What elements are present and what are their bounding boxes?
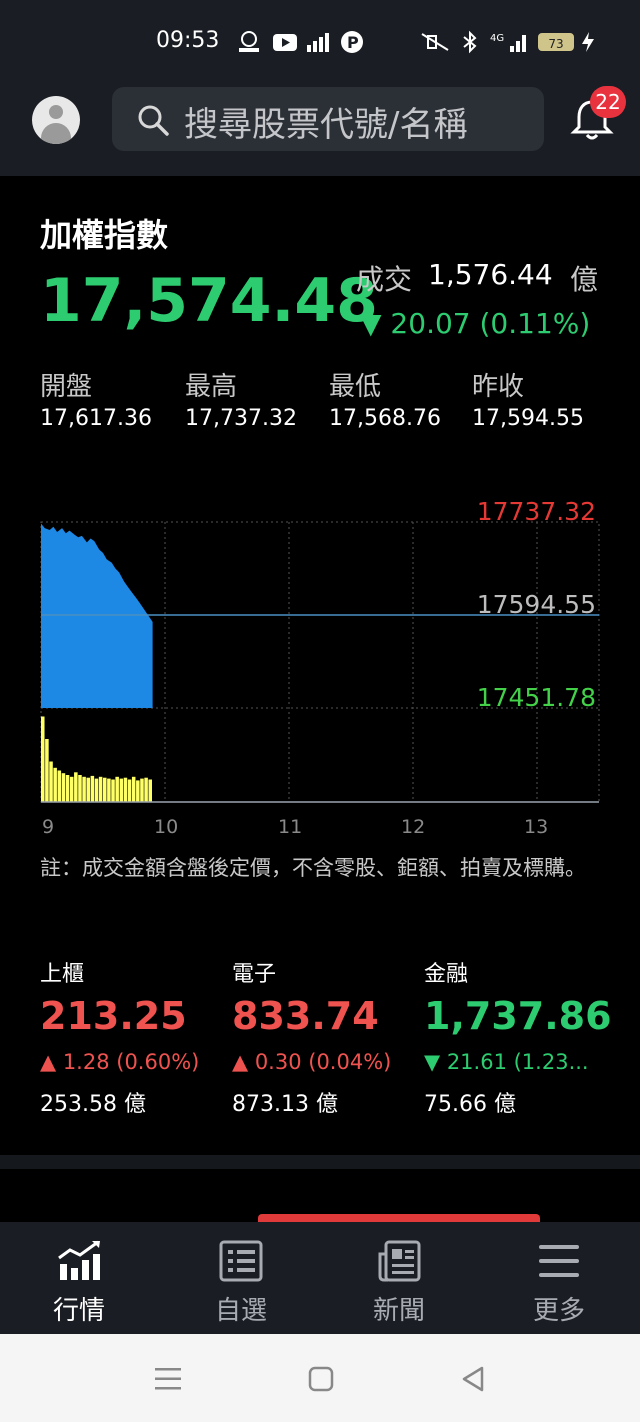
- nav-tab-quotes[interactable]: 行情: [24, 1234, 134, 1326]
- low-value: 17,568.76: [329, 406, 441, 431]
- volume-bar: [127, 779, 132, 802]
- nav-tab-more[interactable]: 更多: [504, 1234, 614, 1326]
- volume-bar: [45, 739, 49, 802]
- x-tick-label: 12: [401, 816, 426, 838]
- volume-bar: [90, 775, 95, 802]
- chart-trend-icon: [24, 1240, 134, 1286]
- volume-label: 成交: [356, 263, 413, 296]
- y-label-prev-close: 17594.55: [477, 590, 596, 619]
- nav-label: 行情: [52, 1296, 105, 1326]
- index-title: 加權指數: [40, 216, 169, 254]
- x-tick-label: 13: [524, 816, 549, 838]
- finance-amount: 75.66 億: [424, 1092, 516, 1117]
- volume-bar: [119, 778, 124, 802]
- list-icon: [186, 1240, 296, 1286]
- y-label-high: 17737.32: [477, 497, 596, 526]
- notification-badge: 22: [590, 86, 626, 118]
- bluetooth-icon: [460, 30, 480, 54]
- price-area: [41, 523, 153, 708]
- open-label: 開盤: [40, 372, 93, 402]
- volume-bar: [140, 778, 144, 802]
- volume-bar: [57, 770, 62, 802]
- recent-apps-icon[interactable]: [154, 1366, 182, 1396]
- volume-bar: [98, 776, 103, 802]
- nav-label: 自選: [214, 1296, 267, 1326]
- volume-bar: [65, 775, 70, 802]
- parking-icon: P: [340, 30, 366, 54]
- electronics-value[interactable]: 833.74: [232, 994, 379, 1038]
- volume-bar: [74, 772, 78, 802]
- x-tick-label: 9: [42, 816, 55, 838]
- volume-bar: [131, 776, 136, 802]
- nav-label: 新聞: [372, 1296, 425, 1326]
- volume-bar: [111, 779, 115, 802]
- gomaji-icon: [236, 30, 262, 54]
- index-value: 17,574.48: [40, 266, 378, 336]
- volume-bar: [94, 778, 99, 802]
- otc-value[interactable]: 213.25: [40, 994, 187, 1038]
- volume-bar: [49, 761, 53, 802]
- x-tick-label: 10: [154, 816, 179, 838]
- cellular-4g-icon: 4G: [488, 30, 532, 54]
- volume-bar: [136, 780, 140, 802]
- nav-tab-news[interactable]: 新聞: [344, 1234, 454, 1326]
- svg-text:P: P: [347, 33, 359, 52]
- volume-bar: [53, 767, 57, 802]
- prev-close-value: 17,594.55: [472, 406, 584, 431]
- intraday-chart[interactable]: 17737.32 17594.55 17451.78: [40, 490, 600, 830]
- volume-value: 1,576.44: [428, 258, 553, 291]
- avatar[interactable]: [32, 96, 80, 144]
- electronics-change: ▲ 0.30 (0.04%): [232, 1050, 392, 1074]
- volume-bar: [69, 776, 74, 802]
- finance-value[interactable]: 1,737.86: [424, 994, 612, 1038]
- volume-bar: [115, 776, 119, 802]
- search-placeholder: 搜尋股票代號/名稱: [184, 105, 468, 145]
- otc-amount: 253.58 億: [40, 1092, 146, 1117]
- y-label-low: 17451.78: [477, 683, 596, 712]
- avatar-head: [49, 105, 63, 119]
- volume-bar: [41, 716, 45, 802]
- x-tick-label: 11: [278, 816, 303, 838]
- status-time: 09:53: [156, 28, 220, 53]
- nav-tab-watchlist[interactable]: 自選: [186, 1234, 296, 1326]
- section-divider: [0, 1155, 640, 1169]
- svg-text:4G: 4G: [490, 33, 504, 44]
- otc-change: ▲ 1.28 (0.60%): [40, 1050, 200, 1074]
- prev-close-label: 昨收: [472, 372, 525, 402]
- otc-name: 上櫃: [40, 962, 85, 987]
- volume-bar: [144, 777, 148, 802]
- charging-icon: [580, 30, 596, 54]
- low-label: 最低: [329, 372, 382, 402]
- volume-bar: [61, 773, 66, 802]
- volume-bar: [82, 776, 86, 802]
- volume-bar: [148, 779, 152, 802]
- home-icon[interactable]: [308, 1366, 334, 1396]
- open-value: 17,617.36: [40, 406, 152, 431]
- volume-bar: [86, 777, 90, 802]
- volume-bar: [78, 775, 82, 802]
- nav-label: 更多: [532, 1296, 585, 1326]
- footnote: 註：成交金額含盤後定價，不含零股、鉅額、拍賣及標購。: [40, 856, 586, 880]
- menu-icon: [504, 1240, 614, 1286]
- mute-icon: [420, 30, 450, 54]
- electronics-amount: 873.13 億: [232, 1092, 338, 1117]
- back-icon[interactable]: [460, 1366, 486, 1396]
- electronics-name: 電子: [232, 962, 277, 987]
- volume-unit: 億: [570, 263, 599, 296]
- index-change: ▼ 20.07 (0.11%): [360, 307, 591, 340]
- volume-bar: [107, 778, 111, 802]
- volume-bar: [123, 777, 128, 802]
- signal-bars-icon: [306, 30, 332, 54]
- newspaper-icon: [344, 1240, 454, 1286]
- volume-bar: [103, 777, 107, 802]
- avatar-body: [41, 123, 71, 144]
- search-icon: [136, 103, 170, 141]
- youtube-icon: [272, 30, 298, 54]
- high-value: 17,737.32: [185, 406, 297, 431]
- finance-name: 金融: [424, 962, 469, 987]
- high-label: 最高: [185, 372, 238, 402]
- battery-indicator: 73: [538, 33, 574, 51]
- finance-change: ▼ 21.61 (1.23...: [424, 1050, 589, 1074]
